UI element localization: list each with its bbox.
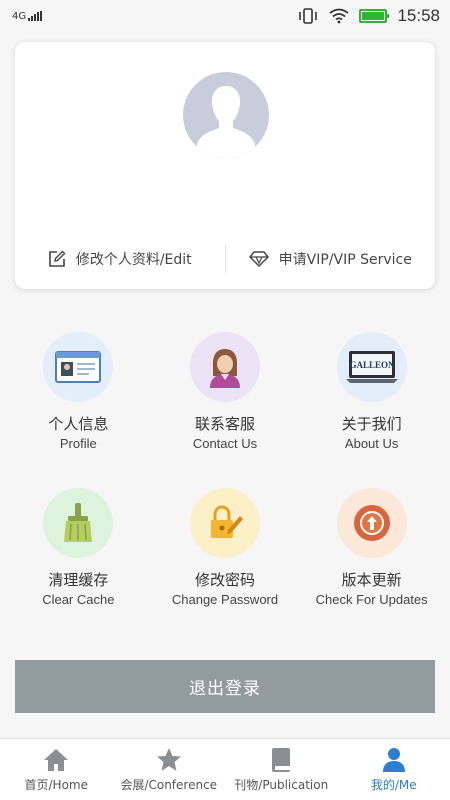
tab-publication-label: 刊物/Publication: [234, 777, 329, 792]
edit-icon: [49, 250, 66, 267]
edit-profile-button[interactable]: 修改个人资料/Edit: [15, 249, 225, 269]
signal-icon: [28, 11, 43, 21]
network-type: 4G: [12, 10, 27, 22]
status-bar: 4G 15:58: [0, 0, 450, 32]
update-arrow-icon: [336, 488, 407, 558]
battery-icon: [359, 9, 390, 23]
vip-service-button[interactable]: 申请VIP/VIP Service: [226, 249, 436, 269]
menu-item-about-us[interactable]: GALLEON 关于我们 About Us: [298, 332, 445, 454]
tab-me[interactable]: 我的/Me: [338, 739, 450, 800]
about-logo-text: GALLEON: [349, 360, 395, 370]
menu-item-clear-cache[interactable]: 清理缓存 Clear Cache: [5, 488, 152, 610]
lock-pen-icon: [189, 488, 260, 558]
vip-service-label: 申请VIP/VIP Service: [278, 252, 412, 268]
broom-icon: [43, 488, 114, 558]
book-icon: [267, 747, 295, 773]
support-agent-icon: [189, 332, 260, 402]
menu-label-en: Contact Us: [192, 436, 258, 451]
menu-item-profile[interactable]: 个人信息 Profile: [5, 332, 152, 454]
edit-profile-label: 修改个人资料/Edit: [75, 252, 192, 268]
menu-item-check-updates[interactable]: 版本更新 Check For Updates: [298, 488, 445, 610]
about-screen-icon: GALLEON: [336, 332, 407, 402]
menu-label-en: Change Password: [171, 592, 279, 607]
menu-label-cn: 版本更新: [341, 571, 402, 589]
tab-conference-label: 会展/Conference: [120, 777, 218, 792]
bottom-nav: 首页/Home 会展/Conference 刊物/Publication 我的/…: [0, 738, 450, 800]
menu-grid: 个人信息 Profile 联系客服 Contact Us GALLEON 关于我…: [5, 332, 445, 610]
id-card-icon: [43, 332, 114, 402]
menu-label-en: Check For Updates: [315, 592, 428, 607]
menu-label-cn: 联系客服: [194, 415, 255, 433]
avatar[interactable]: [183, 72, 269, 158]
diamond-icon: [248, 251, 269, 268]
tab-home-label: 首页/Home: [24, 777, 88, 792]
vibrate-icon: [299, 8, 318, 24]
wifi-icon: [329, 8, 350, 24]
menu-item-change-password[interactable]: 修改密码 Change Password: [152, 488, 299, 610]
clock: 15:58: [397, 6, 440, 25]
person-icon: [380, 747, 408, 773]
tab-home[interactable]: 首页/Home: [0, 739, 113, 800]
tab-publication[interactable]: 刊物/Publication: [225, 739, 338, 800]
menu-label-cn: 修改密码: [194, 571, 255, 589]
profile-actions: 修改个人资料/Edit 申请VIP/VIP Service: [15, 242, 435, 276]
logout-button[interactable]: 退出登录: [15, 660, 435, 713]
menu-item-contact-us[interactable]: 联系客服 Contact Us: [152, 332, 299, 454]
menu-label-en: About Us: [344, 436, 399, 451]
default-avatar-icon: [183, 72, 269, 158]
menu-label-cn: 清理缓存: [48, 571, 109, 589]
star-icon: [155, 747, 183, 773]
profile-card: 修改个人资料/Edit 申请VIP/VIP Service: [15, 42, 435, 289]
menu-label-en: Clear Cache: [42, 592, 115, 607]
menu-label-cn: 个人信息: [48, 415, 109, 433]
home-icon: [42, 747, 70, 773]
menu-label-en: Profile: [59, 436, 97, 451]
tab-me-label: 我的/Me: [370, 777, 417, 792]
menu-label-cn: 关于我们: [341, 415, 402, 433]
tab-conference[interactable]: 会展/Conference: [113, 739, 226, 800]
network-indicator: 4G: [12, 10, 43, 22]
